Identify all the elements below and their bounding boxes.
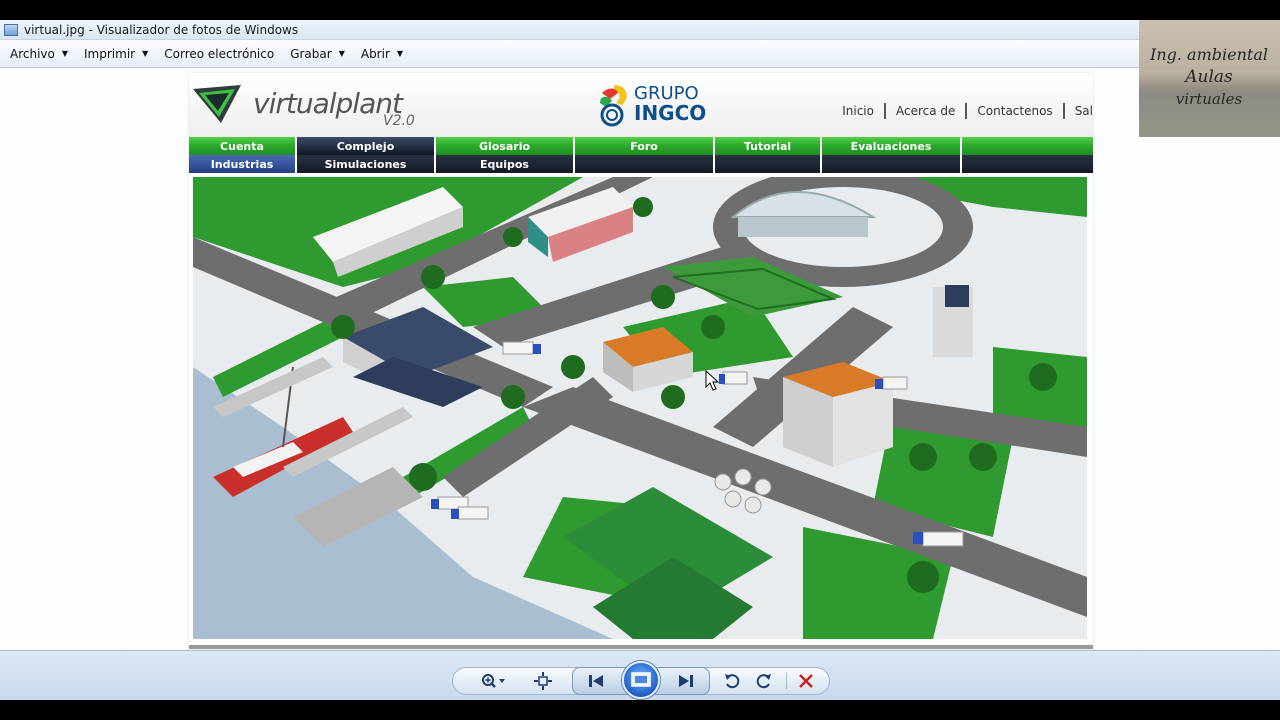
fit-to-window-icon — [534, 672, 552, 690]
site-nav-grid: Cuenta Complejo Glosario Foro Tutorial E… — [189, 137, 1093, 173]
photo-viewer-app-icon — [4, 23, 18, 36]
virtualplant-logo: virtualplant V2.0 — [191, 83, 441, 129]
caret-down-icon: ▼ — [338, 49, 345, 58]
site-top-links: Inicio Acerca de Contactenos Sal — [832, 103, 1093, 119]
next-icon — [679, 675, 693, 687]
channel-watermark: Ing. ambiental Aulas virtuales — [1139, 20, 1280, 137]
nav-simulaciones: Simulaciones — [297, 155, 436, 173]
menu-grabar[interactable]: Grabar ▼ — [282, 40, 353, 67]
factory-building-right — [783, 362, 893, 467]
menu-abrir[interactable]: Abrir ▼ — [353, 40, 411, 67]
site-header: virtualplant V2.0 GRUPO INGCO Inicio Ace… — [189, 73, 1093, 137]
next-button[interactable] — [672, 667, 700, 695]
fit-to-window-button[interactable] — [530, 667, 556, 695]
previous-button[interactable] — [582, 667, 610, 695]
ingco-bird-icon — [600, 85, 627, 127]
menu-label: Archivo — [10, 46, 55, 61]
industrial-complex-illustration — [193, 177, 1087, 639]
zoom-button[interactable] — [476, 667, 510, 695]
menu-correo[interactable]: Correo electrónico — [156, 40, 282, 67]
menu-label: Grabar — [290, 46, 332, 61]
link-contactenos: Contactenos — [967, 103, 1065, 119]
nav-complejo: Complejo — [297, 137, 436, 155]
rotate-right-icon — [756, 674, 771, 689]
nav-empty — [575, 155, 715, 173]
previous-icon — [589, 675, 603, 687]
menu-imprimir[interactable]: Imprimir ▼ — [76, 40, 156, 67]
displayed-image: virtualplant V2.0 GRUPO INGCO Inicio Ace… — [189, 73, 1093, 649]
delete-button[interactable] — [794, 667, 818, 695]
nav-empty — [962, 137, 1093, 155]
logo-ingco-text: INGCO — [634, 101, 707, 125]
toolbar-separator — [786, 673, 787, 689]
watermark-line1: Ing. ambiental — [1149, 45, 1268, 64]
link-salir: Sal — [1074, 104, 1093, 118]
menu-label: Abrir — [360, 46, 390, 61]
caret-down-icon: ▼ — [142, 49, 149, 58]
watermark-logo: Ing. ambiental Aulas virtuales — [1139, 45, 1280, 137]
nav-empty — [962, 155, 1093, 173]
link-inicio: Inicio — [832, 103, 886, 119]
caret-down-icon: ▼ — [61, 49, 69, 58]
nav-foro: Foro — [575, 137, 715, 155]
virtualplant-wordmark: virtualplant — [253, 87, 403, 120]
menu-label: Correo electrónico — [164, 46, 275, 61]
nav-empty — [822, 155, 962, 173]
watermark-line3: virtuales — [1176, 90, 1243, 108]
nav-cuenta: Cuenta — [189, 137, 297, 155]
rotate-left-icon — [725, 674, 740, 689]
delete-icon — [799, 674, 813, 688]
nav-tutorial: Tutorial — [715, 137, 822, 155]
nav-industrias: Industrias — [189, 155, 297, 173]
nav-glosario: Glosario — [436, 137, 575, 155]
link-acerca: Acerca de — [886, 103, 968, 119]
slideshow-button[interactable] — [622, 661, 660, 699]
virtualplant-version: V2.0 — [383, 113, 415, 129]
virtualplant-emblem-icon — [193, 85, 241, 123]
watermark-line2: Aulas — [1183, 67, 1233, 87]
tall-building-right — [933, 285, 973, 357]
menu-label: Imprimir — [84, 46, 136, 61]
zoom-icon — [482, 674, 505, 688]
nav-evaluaciones: Evaluaciones — [822, 137, 962, 155]
window-title: virtual.jpg - Visualizador de fotos de W… — [24, 22, 299, 37]
menu-bar: Archivo ▼ Imprimir ▼ Correo electrónico Gr… — [0, 40, 1280, 68]
screen-bottom-bar — [0, 700, 1280, 720]
rotate-left-button[interactable] — [720, 667, 744, 695]
nav-empty — [715, 155, 822, 173]
menu-archivo[interactable]: Archivo ▼ — [2, 40, 76, 67]
caret-down-icon: ▼ — [396, 49, 404, 58]
window-title-bar: virtual.jpg - Visualizador de fotos de W… — [0, 20, 1280, 40]
rotate-right-button[interactable] — [752, 667, 776, 695]
slideshow-icon — [631, 672, 651, 687]
grupo-ingco-logo: GRUPO INGCO — [594, 81, 714, 133]
image-bottom-edge — [189, 645, 1093, 649]
nav-equipos: Equipos — [436, 155, 575, 173]
